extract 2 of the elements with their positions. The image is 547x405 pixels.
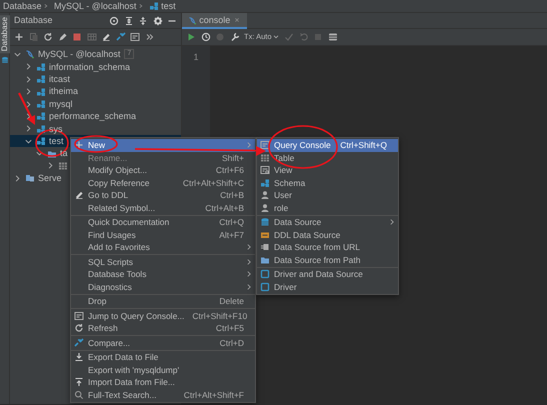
line-number: 1: [192, 51, 200, 64]
panel-title: Database: [14, 14, 53, 27]
